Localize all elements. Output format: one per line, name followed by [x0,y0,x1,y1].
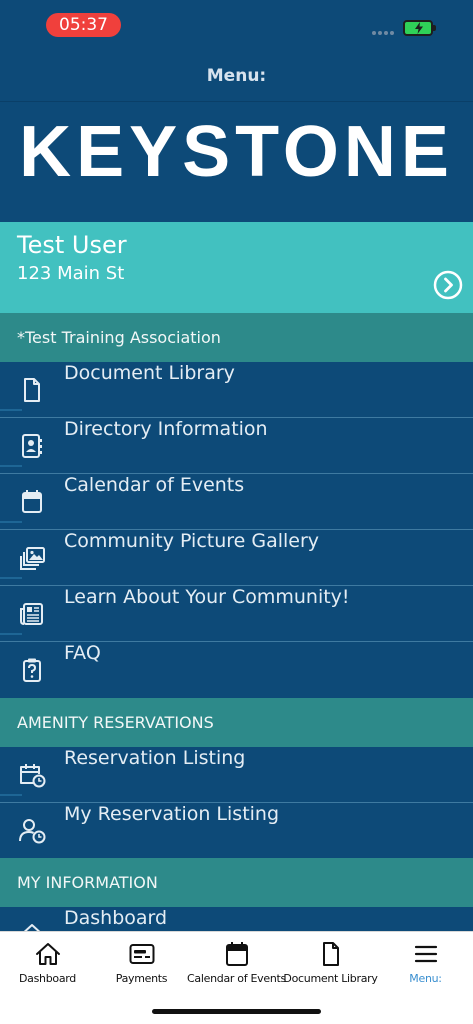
row-accent [0,794,22,796]
home-indicator[interactable] [152,1009,321,1014]
payment-card-icon [129,944,154,964]
status-bar: 05:37 [0,0,473,52]
user-name: Test User [17,231,127,259]
menu-item-label: My Reservation Listing [64,803,280,825]
menu-item-label: Learn About Your Community! [64,586,350,608]
section-header-association: *Test Training Association [0,313,473,362]
photo-gallery-icon [20,547,45,570]
row-accent [0,633,22,635]
menu-item-directory-information[interactable]: Directory Information [0,418,473,474]
calendar-icon [225,942,248,966]
chevron-right-circle-icon[interactable] [433,270,463,300]
tab-label: Dashboard [19,972,76,985]
user-clock-icon [19,819,46,844]
row-accent [0,409,22,411]
tab-calendar-of-events[interactable]: Calendar of Events [187,932,286,992]
menu-item-label: Document Library [64,362,235,384]
brand-logo: KEYSTONE [19,112,454,192]
menu-item-label: Directory Information [64,418,268,440]
tab-label: Menu: [409,972,442,985]
tab-menu[interactable]: Menu: [378,932,473,992]
menu-item-label: FAQ [64,642,101,664]
battery-charging-icon [403,20,436,36]
home-icon [35,943,60,965]
calendar-clock-icon [20,764,46,788]
tab-label: Document Library [283,972,378,985]
menu-item-my-reservation-listing[interactable]: My Reservation Listing [0,803,473,859]
menu-item-reservation-listing[interactable]: Reservation Listing [0,747,473,803]
status-time: 05:37 [46,13,121,37]
tab-document-library[interactable]: Document Library [283,932,378,992]
menu-item-learn-about-community[interactable]: Learn About Your Community! [0,586,473,642]
row-accent [0,465,22,467]
document-icon [322,942,339,966]
header-divider [0,101,473,102]
section-header-my-information: MY INFORMATION [0,858,473,907]
tab-label: Payments [115,972,168,985]
user-address: 123 Main St [17,263,125,284]
calendar-icon [22,490,42,513]
question-clipboard-icon [23,658,41,682]
menu-item-label: Dashboard [64,907,168,929]
tab-dashboard[interactable]: Dashboard [0,932,95,992]
signal-dots-icon [372,31,396,35]
menu-item-community-picture-gallery[interactable]: Community Picture Gallery [0,530,473,586]
menu-item-document-library[interactable]: Document Library [0,362,473,418]
row-accent [0,577,22,579]
row-accent [0,521,22,523]
hamburger-menu-icon [414,945,437,963]
section-header-amenity-reservations: AMENITY RESERVATIONS [0,698,473,747]
document-icon [24,378,40,402]
contact-card-icon [22,434,42,458]
menu-item-label: Reservation Listing [64,747,246,769]
tab-label: Calendar of Events [187,972,286,985]
user-profile-card[interactable]: Test User 123 Main St [0,222,473,313]
menu-item-faq[interactable]: FAQ [0,642,473,698]
page-title: Menu: [206,66,267,86]
menu-screen: 05:37 Menu: KEYSTONE Test User 123 Main … [0,0,473,1024]
newspaper-icon [20,603,43,625]
menu-item-calendar-of-events[interactable]: Calendar of Events [0,474,473,530]
tab-payments[interactable]: Payments [94,932,189,992]
app-header: Menu: KEYSTONE [0,52,473,222]
menu-item-label: Calendar of Events [64,474,245,496]
menu-item-label: Community Picture Gallery [64,530,320,552]
